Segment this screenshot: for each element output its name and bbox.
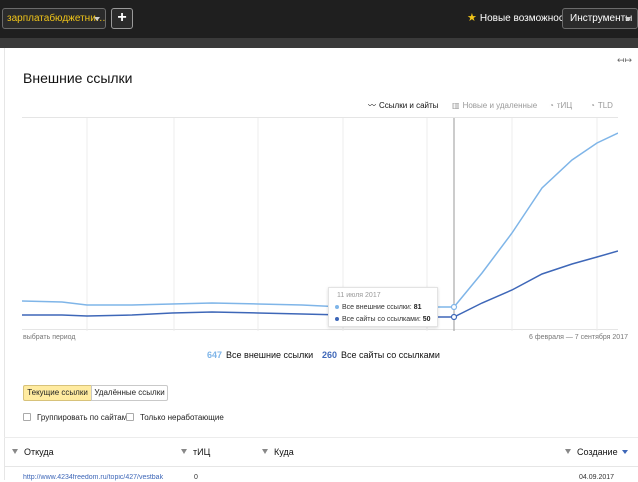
sub-header [0, 38, 638, 48]
series-line-all-sites-with-links [22, 250, 618, 318]
legend-count: 647 [207, 350, 223, 360]
legend-count: 260 [322, 350, 338, 360]
tooltip-row-value: 81 [413, 304, 422, 311]
chart-tooltip: 11 июля 2017 Все внешние ссылки: 81 Все … [328, 287, 438, 327]
tab-links-and-sites[interactable]: 〰 Ссылки и сайты [368, 101, 438, 111]
tooltip-row: Все сайты со ссылками: 50 [335, 316, 431, 323]
column-header-created[interactable]: Создание [565, 447, 628, 458]
series-dot [335, 317, 339, 322]
cell-created: 04.09.2017 [579, 474, 615, 481]
bars-icon: ▥ [452, 101, 460, 110]
current-links-button[interactable]: Текущие ссылки [23, 385, 92, 401]
legend-item-external-links[interactable]: 647 Все внешние ссылки [207, 350, 313, 360]
hover-point [450, 303, 458, 311]
clock-icon: ◔ [590, 101, 595, 110]
group-by-sites-option[interactable]: Группировать по сайтам [23, 413, 127, 423]
checkbox-label: Группировать по сайтам [37, 413, 128, 422]
add-site-button[interactable]: + [111, 8, 133, 29]
chart-tabs: 〰 Ссылки и сайты ▥ Новые и удаленные ◔ тИЦ … [0, 101, 638, 113]
filter-icon[interactable] [12, 449, 18, 454]
filter-icon[interactable] [262, 449, 268, 454]
line-chart [22, 118, 618, 331]
tooltip-row: Все внешние ссылки: 81 [335, 304, 422, 311]
hover-point [450, 313, 458, 321]
tooltip-row-label: Все сайты со ссылками: [342, 316, 421, 323]
tooltip-row-label: Все внешние ссылки: [342, 304, 412, 311]
table-row: http://www.4234freedom.ru/topic/427/vest… [23, 474, 623, 482]
tab-label: Ссылки и сайты [379, 101, 439, 110]
column-label: Куда [274, 447, 294, 457]
table-header-divider [4, 466, 638, 467]
page-title: Внешние ссылки [23, 70, 133, 86]
top-header: зарплатабюджетни… + ★ Новые возможности И… [0, 0, 638, 38]
select-period-link[interactable]: выбрать период [23, 334, 76, 341]
expand-icon[interactable]: ↤↦ [617, 54, 632, 66]
chart-area[interactable] [22, 117, 618, 331]
column-label: тИЦ [193, 447, 211, 457]
checkbox-label: Только неработающие [140, 413, 224, 422]
news-link-label: Новые возможности [479, 13, 574, 24]
clock-icon: ◔ [549, 101, 554, 110]
column-header-tic[interactable]: тИЦ [181, 447, 210, 458]
star-icon: ★ [467, 12, 477, 24]
tab-tld[interactable]: ◔ TLD [590, 101, 613, 111]
tab-label: Новые и удаленные [462, 101, 538, 110]
tab-label: TLD [597, 101, 613, 110]
legend-label: Все внешние ссылки [226, 350, 314, 360]
cell-tic: 0 [194, 474, 198, 481]
tab-tic[interactable]: ◔ тИЦ [549, 101, 572, 111]
tab-label: тИЦ [556, 101, 573, 110]
legend-label: Все сайты со ссылками [341, 350, 440, 360]
tooltip-date: 11 июля 2017 [337, 292, 381, 299]
column-label: Откуда [24, 447, 54, 457]
filter-icon[interactable] [181, 449, 187, 454]
filter-icon[interactable] [565, 449, 571, 454]
table-divider [4, 437, 638, 438]
series-dot [335, 305, 339, 310]
column-header-to[interactable]: Куда [262, 447, 294, 458]
chevron-down-icon [94, 17, 100, 21]
only-unprocessed-option[interactable]: Только неработающие [126, 413, 224, 423]
sort-desc-icon [621, 450, 628, 454]
tooltip-row-value: 50 [422, 316, 431, 323]
tools-button[interactable]: Инструменты [562, 8, 638, 29]
column-label: Создание [577, 447, 618, 457]
tab-new-and-deleted[interactable]: ▥ Новые и удаленные [452, 101, 537, 111]
only-unprocessed-checkbox[interactable] [126, 413, 134, 421]
wave-icon: 〰 [368, 101, 376, 110]
date-range-label: 6 февраля — 7 сентября 2017 [529, 334, 628, 341]
column-header-from[interactable]: Откуда [12, 447, 54, 458]
news-link[interactable]: ★ Новые возможности [467, 12, 574, 25]
site-selector[interactable]: зарплатабюджетни… [2, 8, 106, 29]
tools-button-label: Инструменты [570, 13, 633, 24]
site-selector-label: зарплатабюджетни… [7, 13, 106, 24]
group-by-sites-checkbox[interactable] [23, 413, 31, 421]
deleted-links-button[interactable]: Удалённые ссылки [91, 385, 168, 401]
chevron-down-icon [625, 17, 631, 21]
legend-item-sites-with-links[interactable]: 260 Все сайты со ссылками [322, 350, 440, 360]
